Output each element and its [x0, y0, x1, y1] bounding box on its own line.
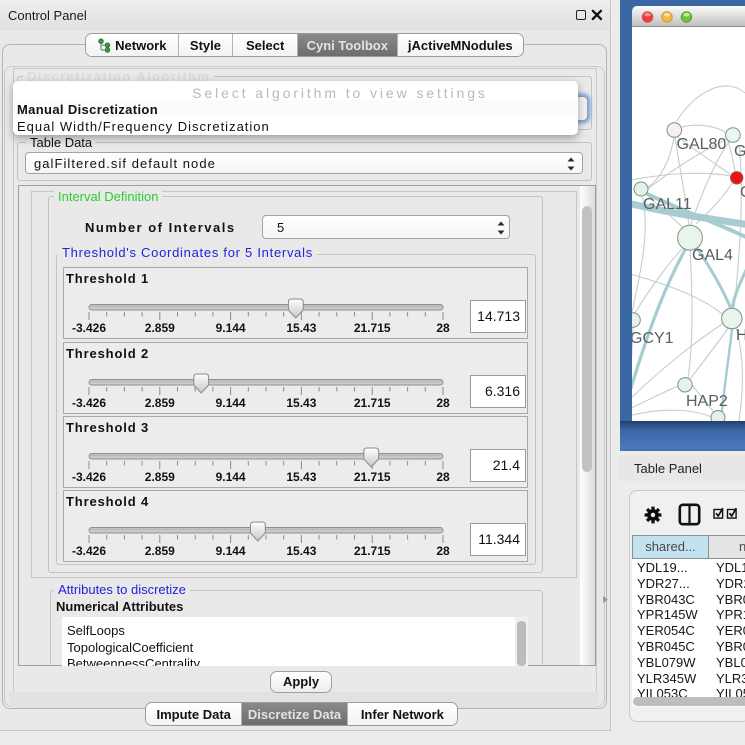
svg-text:2.859: 2.859 [145, 544, 175, 558]
svg-text:-3.426: -3.426 [72, 544, 106, 558]
svg-text:21.715: 21.715 [354, 544, 391, 558]
svg-text:28: 28 [436, 396, 450, 410]
svg-text:-3.426: -3.426 [72, 470, 106, 484]
svg-text:21.715: 21.715 [354, 470, 391, 484]
svg-text:28: 28 [436, 321, 450, 335]
svg-text:9.144: 9.144 [216, 470, 246, 484]
svg-text:28: 28 [436, 470, 450, 484]
svg-text:9.144: 9.144 [216, 321, 246, 335]
svg-text:2.859: 2.859 [145, 470, 175, 484]
svg-text:9.144: 9.144 [216, 396, 246, 410]
svg-text:15.43: 15.43 [286, 544, 316, 558]
svg-text:15.43: 15.43 [286, 470, 316, 484]
svg-text:15.43: 15.43 [286, 321, 316, 335]
svg-text:15.43: 15.43 [286, 396, 316, 410]
svg-text:2.859: 2.859 [145, 396, 175, 410]
svg-text:-3.426: -3.426 [72, 396, 106, 410]
svg-text:-3.426: -3.426 [72, 321, 106, 335]
svg-text:2.859: 2.859 [145, 321, 175, 335]
svg-text:9.144: 9.144 [216, 544, 246, 558]
svg-text:28: 28 [436, 544, 450, 558]
svg-text:21.715: 21.715 [354, 321, 391, 335]
svg-text:21.715: 21.715 [354, 396, 391, 410]
